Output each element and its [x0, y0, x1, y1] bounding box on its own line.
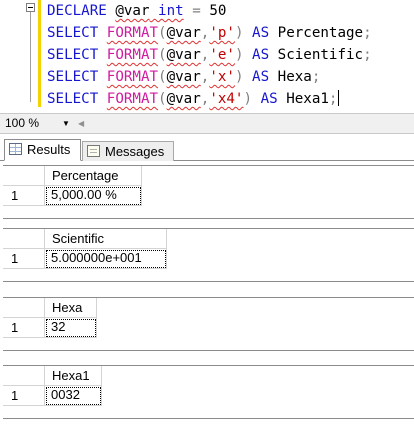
- row-number[interactable]: 1: [3, 186, 45, 206]
- collapse-icon[interactable]: [26, 3, 35, 12]
- code-token: 50: [209, 3, 227, 19]
- tab-results-label: Results: [27, 142, 71, 157]
- code-token: FORMAT: [106, 25, 159, 41]
- result-cell[interactable]: 5,000.00 %: [45, 186, 142, 206]
- code-line-4: SELECT FORMAT(@var,'x') AS Hexa;: [47, 66, 372, 88]
- code-token: @var: [166, 25, 201, 41]
- result-cell[interactable]: 5.000000e+001: [45, 249, 167, 269]
- zoom-value: 100 %: [5, 116, 40, 130]
- column-header[interactable]: Percentage: [45, 166, 142, 186]
- grid-corner[interactable]: [3, 366, 45, 386]
- grid-corner[interactable]: [3, 229, 45, 249]
- code-token: @var: [166, 91, 201, 107]
- chevron-down-icon[interactable]: ▼: [62, 116, 70, 131]
- code-token: ): [243, 91, 253, 107]
- result-grid-hexa1[interactable]: Hexa1 1 0032: [3, 365, 414, 419]
- text-caret: [338, 90, 340, 106]
- code-token: SELECT: [47, 25, 107, 41]
- code-token: FORMAT: [106, 91, 159, 107]
- code-token: Scientific: [277, 47, 364, 63]
- code-token: 'x4': [209, 91, 244, 107]
- grid-corner[interactable]: [3, 166, 45, 186]
- grid-icon: [9, 143, 22, 155]
- code-token: @var: [115, 3, 150, 19]
- code-token: AS: [243, 25, 278, 41]
- code-token: @var: [166, 47, 201, 63]
- row-number[interactable]: 1: [3, 318, 45, 338]
- result-cell[interactable]: 0032: [45, 386, 102, 406]
- code-token: int: [149, 3, 184, 19]
- row-number[interactable]: 1: [3, 249, 45, 269]
- results-pane: Percentage 1 5,000.00 % Scientific 1 5.0…: [0, 161, 414, 429]
- code-token: 'p': [209, 25, 235, 41]
- code-token: SELECT: [47, 47, 107, 63]
- code-token: (: [158, 47, 167, 63]
- code-token: FORMAT: [106, 69, 159, 85]
- code-token: AS: [243, 47, 278, 63]
- result-cell[interactable]: 32: [45, 318, 97, 338]
- code-token: FORMAT: [106, 47, 159, 63]
- column-header[interactable]: Hexa: [45, 298, 97, 318]
- result-grid-percentage[interactable]: Percentage 1 5,000.00 %: [3, 165, 414, 219]
- tab-messages-label: Messages: [105, 144, 165, 159]
- code-token: ;: [363, 47, 372, 63]
- column-header[interactable]: Scientific: [45, 229, 167, 249]
- messages-icon: [87, 145, 100, 157]
- zoom-bar: 100 % ▼ ◀: [0, 113, 414, 134]
- code-token: ;: [363, 25, 372, 41]
- code-token: 'e': [209, 47, 235, 63]
- outline-line: [30, 12, 31, 102]
- code-token: =: [183, 3, 210, 19]
- column-header[interactable]: Hexa1: [45, 366, 102, 386]
- code-token: (: [158, 91, 167, 107]
- code-token: SELECT: [47, 91, 107, 107]
- result-grid-scientific[interactable]: Scientific 1 5.000000e+001: [3, 228, 414, 282]
- tab-results[interactable]: Results: [4, 139, 81, 161]
- change-indicator-bar: [38, 0, 41, 107]
- grid-corner[interactable]: [3, 298, 45, 318]
- code-token: 'x': [209, 69, 235, 85]
- result-grid-hexa[interactable]: Hexa 1 32: [3, 297, 414, 351]
- code-token: Hexa1: [286, 91, 329, 107]
- code-line-1: DECLARE @var int = 50: [47, 0, 372, 22]
- code-token: AS: [252, 91, 287, 107]
- code-line-3: SELECT FORMAT(@var,'e') AS Scientific;: [47, 44, 372, 66]
- code-token: ;: [311, 69, 321, 85]
- code-area[interactable]: DECLARE @var int = 50 SELECT FORMAT(@var,…: [47, 0, 372, 110]
- row-number[interactable]: 1: [3, 386, 45, 406]
- tab-messages[interactable]: Messages: [82, 141, 174, 161]
- code-line-2: SELECT FORMAT(@var,'p') AS Percentage;: [47, 22, 372, 44]
- code-token: @var: [166, 69, 201, 85]
- code-line-5: SELECT FORMAT(@var,'x4') AS Hexa1;: [47, 88, 372, 110]
- code-token: SELECT: [47, 69, 107, 85]
- code-token: DECLARE: [47, 3, 116, 19]
- arrow-left-icon[interactable]: ◀: [78, 116, 88, 131]
- sql-editor[interactable]: DECLARE @var int = 50 SELECT FORMAT(@var,…: [0, 0, 414, 113]
- code-token: AS: [243, 69, 278, 85]
- results-tab-bar: Results Messages: [0, 134, 414, 161]
- zoom-dropdown[interactable]: 100 % ▼: [3, 116, 73, 131]
- code-token: Hexa: [277, 69, 312, 85]
- code-token: (: [158, 69, 167, 85]
- code-token: (: [158, 25, 167, 41]
- code-token: Percentage: [277, 25, 364, 41]
- code-token: ;: [328, 91, 338, 107]
